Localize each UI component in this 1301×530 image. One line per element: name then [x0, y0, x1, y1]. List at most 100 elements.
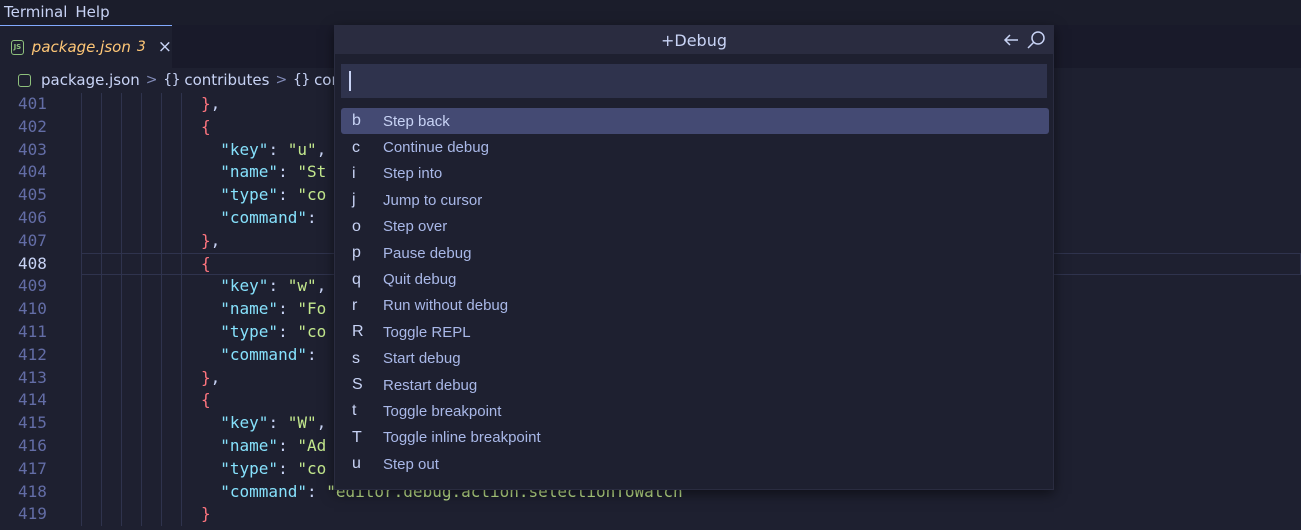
indent-guide [81, 412, 82, 435]
line-number: 412 [18, 344, 47, 364]
indent-guide [81, 252, 82, 276]
indent-guide [141, 412, 142, 435]
indent-guide [161, 503, 162, 527]
indent-guide [161, 184, 162, 207]
search-icon[interactable] [1025, 29, 1047, 51]
line-number: 402 [18, 116, 47, 136]
indent-guide [181, 207, 182, 230]
quick-pick-item[interactable]: T Toggle inline breakpoint [341, 425, 1049, 451]
indent-guide [141, 275, 142, 299]
indent-guide [81, 480, 82, 504]
indent-guide [121, 412, 122, 435]
code-line[interactable]: 419} [0, 503, 1301, 527]
indent-guide [161, 138, 162, 162]
indent-guide [81, 207, 82, 230]
code-text: "name": "St [220, 162, 327, 182]
quick-pick-item[interactable]: S Restart debug [341, 372, 1049, 398]
quick-pick-item[interactable]: u Step out [341, 451, 1049, 477]
line-number: 403 [18, 139, 47, 159]
indent-guide [181, 184, 182, 207]
breadcrumb-file[interactable]: package.json [41, 71, 140, 89]
indent-guide [141, 93, 142, 116]
keybinding-key: b [352, 112, 361, 130]
indent-guide [181, 161, 182, 185]
code-text: { [201, 253, 211, 273]
indent-guide [161, 298, 162, 321]
menu-terminal[interactable]: Terminal [0, 0, 71, 25]
keybinding-key: i [352, 164, 356, 182]
code-text: { [201, 116, 211, 136]
indent-guide [181, 115, 182, 139]
indent-guide [161, 275, 162, 299]
object-icon: {} [293, 72, 311, 88]
quick-pick-item[interactable]: s Start debug [341, 346, 1049, 372]
indent-guide [141, 229, 142, 253]
indent-guide [161, 480, 162, 504]
indent-guide [81, 115, 82, 139]
indent-guide [121, 480, 122, 504]
arrow-left-icon[interactable] [1001, 30, 1021, 50]
quick-pick-item[interactable]: j Jump to cursor [341, 187, 1049, 213]
quick-pick-item[interactable]: o Step over [341, 214, 1049, 240]
indent-guide [121, 298, 122, 321]
quick-pick-item[interactable]: t Toggle breakpoint [341, 398, 1049, 424]
indent-guide [101, 115, 102, 139]
tab-package-json[interactable]: JS package.json 3 × [0, 25, 172, 68]
quick-pick-item[interactable]: c Continue debug [341, 134, 1049, 160]
indent-guide [181, 435, 182, 458]
indent-guide [101, 138, 102, 162]
menu-help[interactable]: Help [71, 0, 113, 25]
quick-pick-title-bar: +Debug [335, 26, 1053, 54]
line-number: 408 [18, 253, 47, 273]
keybinding-key: u [352, 455, 361, 473]
indent-guide [141, 298, 142, 321]
indent-guide [181, 298, 182, 321]
keybinding-key: o [352, 217, 361, 235]
quick-pick-item[interactable]: p Pause debug [341, 240, 1049, 266]
quick-pick-panel: +Debug b Step back c Continue debug i Step in… [334, 25, 1054, 490]
indent-guide [81, 229, 82, 253]
code-text: "key": "w", [220, 276, 327, 296]
line-number: 411 [18, 322, 47, 341]
breadcrumb-contributes[interactable]: contributes [184, 71, 269, 89]
code-text: "type": "co [220, 185, 327, 205]
indent-guide [181, 321, 182, 344]
code-text: "command": [220, 208, 317, 227]
code-text: "command": [220, 344, 317, 364]
indent-guide [101, 298, 102, 321]
indent-guide [81, 275, 82, 299]
code-text: "type": "co [220, 322, 327, 341]
indent-guide [121, 207, 122, 230]
quick-pick-item-label: Run without debug [383, 297, 509, 315]
breadcrumb-separator: > [275, 72, 288, 88]
quick-pick-item[interactable]: i Step into [341, 161, 1049, 187]
line-number: 405 [18, 185, 47, 205]
indent-guide [101, 457, 102, 481]
indent-guide [141, 207, 142, 230]
line-number: 415 [18, 413, 47, 433]
quick-pick-input[interactable] [341, 64, 1047, 98]
indent-guide [161, 115, 162, 139]
indent-guide [181, 503, 182, 527]
indent-guide [141, 321, 142, 344]
indent-guide [121, 161, 122, 185]
quick-pick-item[interactable]: q Quit debug [341, 266, 1049, 292]
indent-guide [181, 412, 182, 435]
code-text: }, [201, 230, 221, 250]
close-icon[interactable]: × [158, 37, 172, 57]
indent-guide [101, 93, 102, 116]
indent-guide [81, 138, 82, 162]
indent-guide [81, 298, 82, 321]
indent-guide [161, 389, 162, 413]
indent-guide [101, 207, 102, 230]
code-text: "key": "u", [220, 139, 327, 159]
indent-guide [101, 275, 102, 299]
quick-pick-item[interactable]: r Run without debug [341, 293, 1049, 319]
quick-pick-item[interactable]: R Toggle REPL [341, 319, 1049, 345]
indent-guide [121, 321, 122, 344]
quick-pick-item[interactable]: b Step back [341, 108, 1049, 135]
keybinding-key: p [352, 244, 361, 262]
indent-guide [181, 480, 182, 504]
indent-guide [101, 252, 102, 276]
indent-guide [181, 138, 182, 162]
